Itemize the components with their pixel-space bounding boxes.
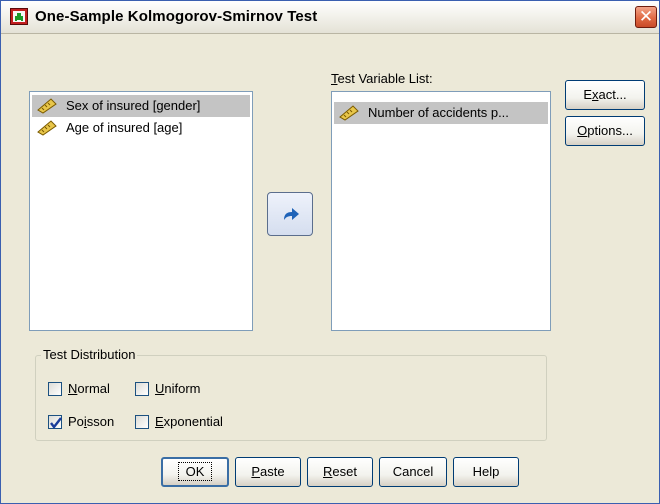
exponential-checkbox[interactable] xyxy=(135,415,149,429)
paste-button[interactable]: Paste xyxy=(235,457,301,487)
window-title: One-Sample Kolmogorov-Smirnov Test xyxy=(35,8,318,25)
ruler-icon xyxy=(339,105,359,121)
reset-button[interactable]: Reset xyxy=(307,457,373,487)
list-item[interactable]: Number of accidents p... xyxy=(334,102,548,124)
ok-button[interactable]: OK xyxy=(161,457,229,487)
move-to-test-list-button[interactable] xyxy=(267,192,313,236)
cancel-button[interactable]: Cancel xyxy=(379,457,447,487)
test-distribution-legend: Test Distribution xyxy=(41,347,138,362)
poisson-label[interactable]: Poisson xyxy=(68,414,114,429)
test-variable-list-label: Test Variable List: xyxy=(331,71,433,86)
options-button[interactable]: Options... xyxy=(565,116,645,146)
title-bar[interactable]: One-Sample Kolmogorov-Smirnov Test ✕ xyxy=(1,1,659,34)
ruler-icon xyxy=(37,120,57,136)
list-item-label: Number of accidents p... xyxy=(368,105,509,120)
list-item-label: Sex of insured [gender] xyxy=(66,98,201,113)
arrow-right-icon xyxy=(284,208,299,220)
poisson-checkbox[interactable] xyxy=(48,415,62,429)
list-item[interactable]: Age of insured [age] xyxy=(32,117,250,139)
exact-button[interactable]: Exact... xyxy=(565,80,645,110)
source-variable-list[interactable]: Sex of insured [gender] Age of insured [… xyxy=(29,91,253,331)
exponential-label[interactable]: Exponential xyxy=(155,414,223,429)
list-item[interactable]: Sex of insured [gender] xyxy=(32,95,250,117)
list-item-label: Age of insured [age] xyxy=(66,120,183,135)
uniform-label[interactable]: Uniform xyxy=(155,381,201,396)
test-variable-list[interactable]: Number of accidents p... xyxy=(331,91,551,331)
uniform-checkbox[interactable] xyxy=(135,382,149,396)
spss-app-icon xyxy=(10,8,28,25)
normal-checkbox[interactable] xyxy=(48,382,62,396)
normal-label[interactable]: Normal xyxy=(68,381,110,396)
dialog-window: One-Sample Kolmogorov-Smirnov Test ✕ Sex… xyxy=(0,0,660,504)
help-button[interactable]: Help xyxy=(453,457,519,487)
close-button[interactable]: ✕ xyxy=(635,6,657,28)
checkmark-icon xyxy=(50,417,62,429)
ruler-icon xyxy=(37,98,57,114)
